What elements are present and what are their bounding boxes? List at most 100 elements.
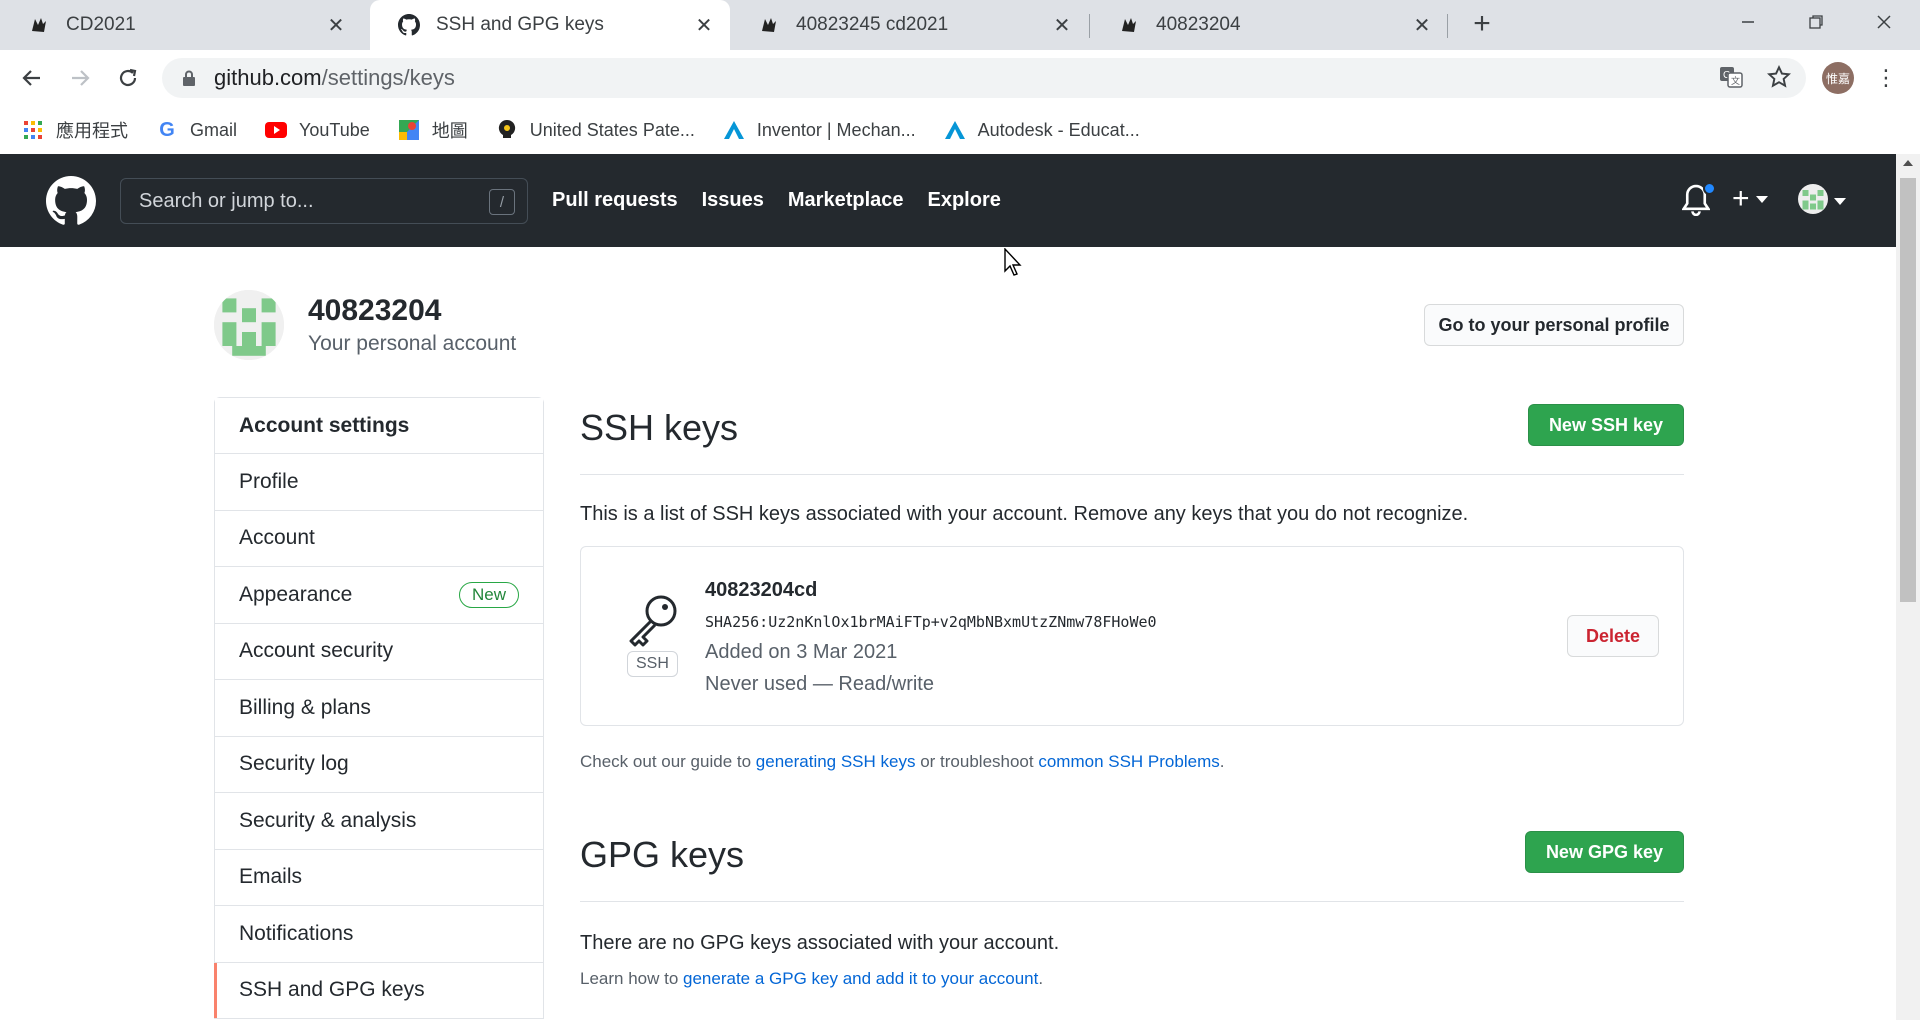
ssh-section-header: SSH keys New SSH key bbox=[580, 397, 1684, 475]
sidebar-item-label: Emails bbox=[239, 865, 303, 889]
settings-sidebar: Account settings Profile Account Appeara… bbox=[214, 397, 544, 1019]
bookmark-uspto[interactable]: United States Pate... bbox=[496, 119, 695, 141]
nav-pull-requests[interactable]: Pull requests bbox=[552, 189, 678, 212]
notifications-bell-icon[interactable] bbox=[1681, 182, 1716, 218]
nav-issues[interactable]: Issues bbox=[702, 189, 764, 212]
minimize-button[interactable] bbox=[1714, 0, 1782, 44]
maps-icon bbox=[398, 119, 420, 141]
generating-ssh-keys-link[interactable]: generating SSH keys bbox=[756, 752, 916, 771]
sidebar-item-account[interactable]: Account bbox=[215, 511, 543, 567]
github-logo-icon[interactable] bbox=[46, 176, 96, 226]
sidebar-item-label: Billing & plans bbox=[239, 695, 371, 719]
common-ssh-problems-link[interactable]: common SSH Problems bbox=[1038, 752, 1219, 771]
new-tab-button[interactable]: + bbox=[1464, 6, 1500, 42]
new-ssh-key-button[interactable]: New SSH key bbox=[1527, 404, 1684, 446]
restore-button[interactable] bbox=[1782, 0, 1850, 44]
nav-marketplace[interactable]: Marketplace bbox=[788, 189, 904, 212]
cd-favicon-icon bbox=[28, 14, 50, 36]
sidebar-item-label: Security & analysis bbox=[239, 808, 417, 832]
account-subtitle: Your personal account bbox=[308, 332, 517, 355]
browser-menu-icon[interactable]: ⋮ bbox=[1874, 62, 1898, 94]
scrollbar-thumb[interactable] bbox=[1900, 178, 1916, 602]
bookmark-gmail[interactable]: G Gmail bbox=[156, 119, 237, 141]
bookmark-apps[interactable]: 應用程式 bbox=[22, 117, 128, 143]
create-new-dropdown[interactable]: + bbox=[1732, 182, 1768, 216]
sidebar-item-account-security[interactable]: Account security bbox=[215, 624, 543, 680]
autodesk-icon bbox=[723, 119, 745, 141]
key-type-label: SSH bbox=[627, 651, 678, 677]
forward-button[interactable] bbox=[62, 60, 98, 96]
browser-tab-bar: CD2021 ✕ SSH and GPG keys ✕ 40823245 cd2… bbox=[0, 0, 1920, 50]
key-icon bbox=[625, 591, 681, 647]
sidebar-item-billing[interactable]: Billing & plans bbox=[215, 680, 543, 737]
tab-cd2021[interactable]: CD2021 ✕ bbox=[0, 0, 362, 50]
scroll-up-arrow-icon[interactable] bbox=[1903, 160, 1913, 166]
generate-gpg-key-link[interactable]: generate a GPG key and add it to your ac… bbox=[683, 969, 1038, 988]
mouse-cursor-icon bbox=[1004, 247, 1024, 278]
guide-suffix: . bbox=[1219, 752, 1225, 771]
address-bar[interactable]: github.com/settings/keys G文 bbox=[162, 58, 1806, 98]
close-icon[interactable]: ✕ bbox=[692, 13, 716, 37]
github-favicon-icon bbox=[398, 14, 420, 36]
apps-grid-icon bbox=[22, 119, 44, 141]
sidebar-item-label: Profile bbox=[239, 469, 299, 493]
key-added-date: Added on 3 Mar 2021 bbox=[705, 641, 898, 663]
sidebar-item-label: Appearance bbox=[239, 582, 353, 606]
browser-profile-avatar[interactable]: 惟嘉 bbox=[1822, 62, 1854, 94]
translate-icon[interactable]: G文 bbox=[1718, 64, 1744, 95]
user-menu-dropdown[interactable] bbox=[1798, 184, 1846, 219]
sidebar-item-label: Account bbox=[239, 526, 315, 550]
sidebar-item-profile[interactable]: Profile bbox=[215, 454, 543, 511]
url-text: github.com/settings/keys bbox=[214, 65, 455, 91]
autodesk-icon bbox=[944, 119, 966, 141]
tab-ssh-gpg-keys[interactable]: SSH and GPG keys ✕ bbox=[370, 0, 730, 50]
account-name: 40823204 bbox=[308, 294, 442, 327]
sidebar-item-security-analysis[interactable]: Security & analysis bbox=[215, 793, 543, 850]
bookmark-inventor[interactable]: Inventor | Mechan... bbox=[723, 119, 916, 141]
close-icon[interactable]: ✕ bbox=[1050, 13, 1074, 37]
search-shortcut-hint: / bbox=[489, 189, 515, 215]
search-input[interactable]: Search or jump to... / bbox=[120, 178, 528, 224]
url-path: /settings/keys bbox=[321, 65, 455, 90]
sidebar-item-label: SSH and GPG keys bbox=[239, 978, 425, 1002]
delete-key-button[interactable]: Delete bbox=[1567, 615, 1659, 657]
cd-favicon-icon bbox=[758, 14, 780, 36]
tab-title: SSH and GPG keys bbox=[436, 14, 604, 35]
bookmark-label: YouTube bbox=[299, 119, 370, 140]
sidebar-item-notifications[interactable]: Notifications bbox=[215, 906, 543, 963]
window-close-button[interactable] bbox=[1850, 0, 1918, 44]
ssh-keys-title: SSH keys bbox=[580, 407, 739, 448]
ssh-description: This is a list of SSH keys associated wi… bbox=[580, 503, 1469, 525]
bookmark-autodesk-education[interactable]: Autodesk - Educat... bbox=[944, 119, 1140, 141]
tab-40823245-cd2021[interactable]: 40823245 cd2021 ✕ bbox=[730, 0, 1088, 50]
sidebar-item-ssh-gpg-keys[interactable]: SSH and GPG keys bbox=[214, 962, 543, 1019]
sidebar-item-emails[interactable]: Emails bbox=[215, 850, 543, 906]
key-title: 40823204cd bbox=[705, 579, 818, 601]
browser-toolbar: github.com/settings/keys G文 惟嘉 ⋮ bbox=[0, 50, 1920, 106]
close-icon[interactable]: ✕ bbox=[1410, 13, 1434, 37]
reload-button[interactable] bbox=[110, 60, 146, 96]
sidebar-item-security-log[interactable]: Security log bbox=[215, 737, 543, 793]
bookmark-label: 地圖 bbox=[431, 121, 468, 141]
main-content: SSH keys New SSH key This is a list of S… bbox=[580, 397, 1684, 989]
close-icon[interactable]: ✕ bbox=[324, 13, 348, 37]
go-to-profile-button[interactable]: Go to your personal profile bbox=[1424, 304, 1684, 346]
nav-explore[interactable]: Explore bbox=[928, 189, 1001, 212]
gpg-keys-title: GPG keys bbox=[580, 834, 745, 875]
bookmark-maps[interactable]: 地圖 bbox=[398, 117, 468, 143]
sidebar-item-appearance[interactable]: Appearance New bbox=[215, 567, 543, 624]
guide-prefix: Check out our guide to bbox=[580, 752, 756, 771]
tab-40823204[interactable]: 40823204 ✕ bbox=[1090, 0, 1448, 50]
back-button[interactable] bbox=[14, 60, 50, 96]
header-nav: Pull requests Issues Marketplace Explore bbox=[552, 154, 1001, 247]
page-scrollbar[interactable] bbox=[1896, 154, 1920, 1020]
notification-indicator bbox=[1703, 182, 1716, 195]
new-gpg-key-button[interactable]: New GPG key bbox=[1524, 831, 1684, 873]
lock-icon bbox=[180, 69, 198, 87]
bookmark-youtube[interactable]: YouTube bbox=[265, 119, 370, 141]
gpg-empty-text: There are no GPG keys associated with yo… bbox=[580, 932, 1060, 954]
bookmark-star-icon[interactable] bbox=[1766, 64, 1792, 95]
tab-title: CD2021 bbox=[66, 14, 136, 35]
ssh-key-item: SSH 40823204cd SHA256:Uz2nKnlOx1brMAiFTp… bbox=[580, 546, 1684, 726]
github-header: Search or jump to... / Pull requests Iss… bbox=[0, 154, 1896, 247]
